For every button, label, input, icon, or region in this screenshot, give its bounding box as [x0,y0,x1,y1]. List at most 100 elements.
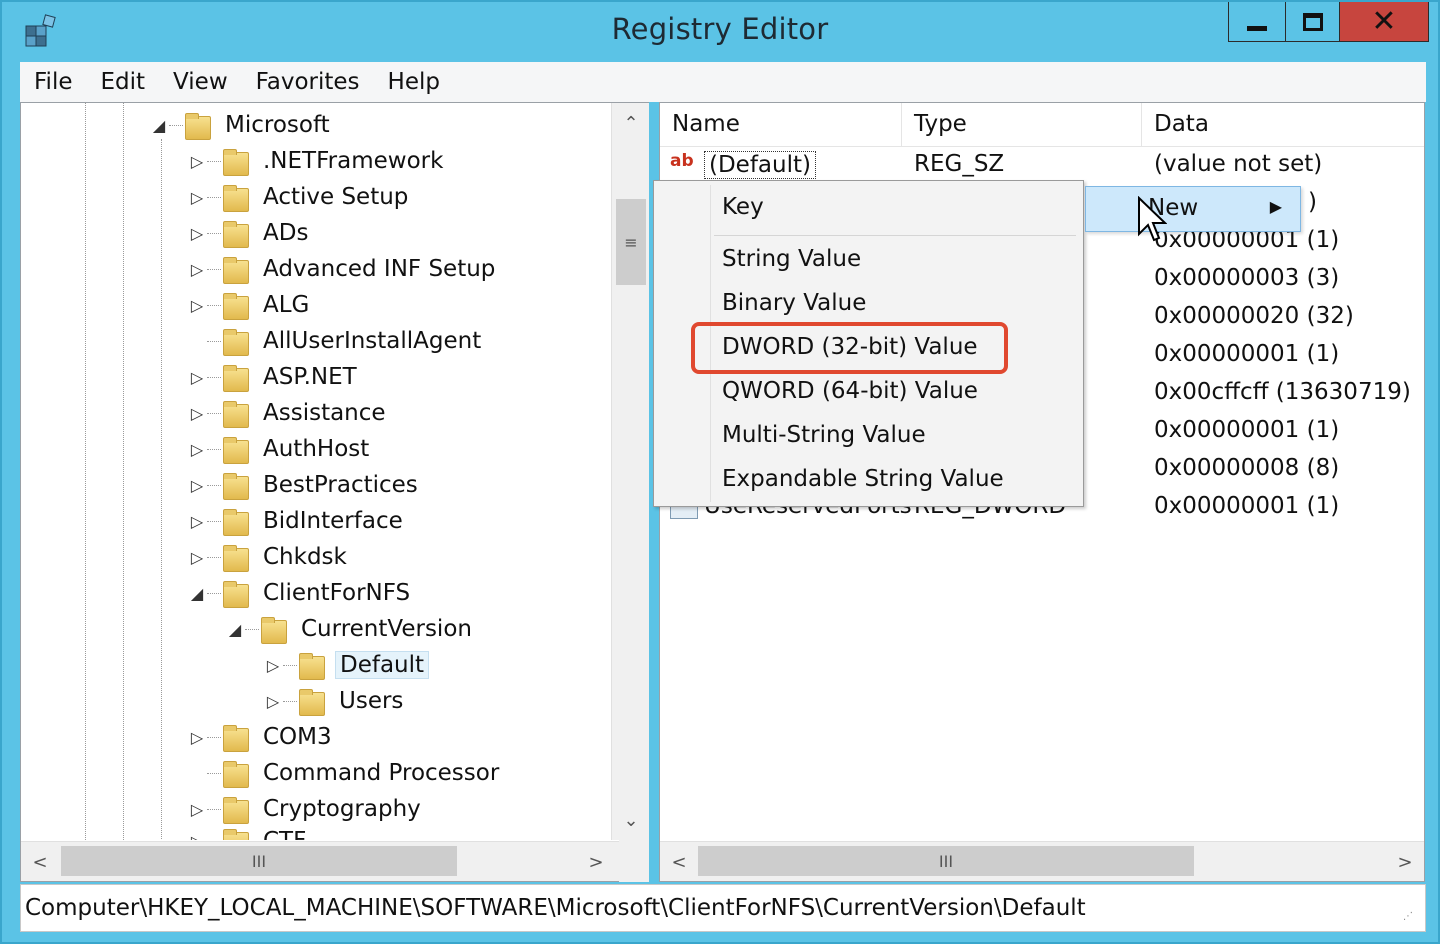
tree-node-bidinterface[interactable]: ▷ BidInterface [187,503,407,539]
tree-node-advanced-inf-setup[interactable]: ▷ Advanced INF Setup [187,251,499,287]
scroll-left-button[interactable]: < [660,842,698,882]
menu-help[interactable]: Help [374,69,454,95]
tree-node-clientfornfs[interactable]: ◢ ClientForNFS [187,575,414,611]
scroll-thumb[interactable]: III [698,846,1194,876]
menu-edit[interactable]: Edit [87,69,160,95]
minimize-button[interactable] [1228,2,1286,42]
tree-node-label: Command Processor [263,760,500,786]
tree-node-default[interactable]: ▷ Default [263,647,430,683]
expand-arrow-icon[interactable]: ▷ [187,800,207,819]
expand-arrow-icon[interactable]: ▷ [187,296,207,315]
folder-icon [221,544,251,572]
close-button[interactable]: ✕ [1339,2,1429,42]
menu-item-binary-value[interactable]: Binary Value [722,290,866,316]
title-bar[interactable]: Registry Editor ✕ [2,2,1438,60]
menu-item-qword-value[interactable]: QWORD (64-bit) Value [722,378,978,404]
column-header-name[interactable]: Name [660,103,902,146]
tree-node-ads[interactable]: ▷ ADs [187,215,312,251]
tree-connector [207,232,221,234]
tree-node-currentversion[interactable]: ◢ CurrentVersion [225,611,476,647]
expand-arrow-icon[interactable]: ▷ [187,368,207,387]
registry-tree[interactable]: ◢ Microsoft ▷ .NETFramework ▷ Active Setup … [21,103,611,840]
scroll-down-button[interactable]: ⌄ [612,800,650,840]
context-menu-new[interactable]: New ▶ [1085,186,1301,232]
value-data: (value not set) [1154,151,1323,177]
expand-arrow-icon[interactable]: ▷ [187,404,207,423]
tree-node-chkdsk[interactable]: ▷ Chkdsk [187,539,351,575]
tree-node-alg[interactable]: ▷ ALG [187,287,313,323]
tree-node-authhost[interactable]: ▷ AuthHost [187,431,373,467]
maximize-icon [1302,12,1323,31]
tree-guide-line [161,139,162,839]
tree-connector [207,160,221,162]
tree-connector [207,592,221,594]
expand-arrow-icon[interactable]: ▷ [263,656,283,675]
expand-arrow-icon[interactable]: ▷ [187,188,207,207]
tree-connector [283,700,297,702]
tree-node-alluserinstallagent[interactable]: AllUserInstallAgent [187,323,485,359]
tree-node-users[interactable]: ▷ Users [263,683,407,719]
tree-node-bestpractices[interactable]: ▷ BestPractices [187,467,422,503]
tree-guide-line [123,103,124,840]
collapse-arrow-icon[interactable]: ◢ [187,584,207,603]
tree-node-netframework[interactable]: ▷ .NETFramework [187,143,447,179]
menu-favorites[interactable]: Favorites [242,69,374,95]
folder-icon [221,400,251,428]
value-data: 0x00000008 (8) [1154,455,1340,481]
expand-arrow-icon[interactable]: ▷ [187,548,207,567]
value-data: 0x00000020 (32) [1154,303,1354,329]
scroll-right-button[interactable]: > [577,842,615,882]
expand-arrow-icon[interactable]: ▷ [263,692,283,711]
tree-node-command-processor[interactable]: Command Processor [187,755,503,791]
tree-horizontal-scrollbar[interactable]: < III > [21,841,619,881]
folder-icon [297,688,327,716]
status-bar: Computer\HKEY_LOCAL_MACHINE\SOFTWARE\Mic… [20,884,1426,932]
expand-arrow-icon[interactable]: ▷ [187,224,207,243]
menu-view[interactable]: View [159,69,242,95]
scroll-corner [619,840,649,882]
tree-node-ctf[interactable]: ▷ CTF [187,823,310,840]
folder-icon [221,472,251,500]
menu-file[interactable]: File [20,69,87,95]
values-horizontal-scrollbar[interactable]: < III > [660,841,1424,881]
tree-node-active-setup[interactable]: ▷ Active Setup [187,179,412,215]
column-header-data[interactable]: Data [1142,103,1424,146]
menu-item-key[interactable]: Key [722,194,764,220]
collapse-arrow-icon[interactable]: ◢ [149,116,169,135]
menu-item-string-value[interactable]: String Value [722,246,861,272]
tree-connector [207,268,221,270]
tree-connector [207,772,221,774]
scroll-thumb[interactable]: III [61,846,457,876]
scroll-up-button[interactable]: ⌃ [612,103,650,143]
expand-arrow-icon[interactable]: ▷ [187,440,207,459]
tree-node-cryptography[interactable]: ▷ Cryptography [187,791,425,827]
collapse-arrow-icon[interactable]: ◢ [225,620,245,639]
menu-item-expandable-string-value[interactable]: Expandable String Value [722,466,1004,492]
tree-node-aspnet[interactable]: ▷ ASP.NET [187,359,361,395]
menu-bar: File Edit View Favorites Help [20,62,1426,102]
tree-connector [207,484,221,486]
scroll-thumb[interactable]: ≡ [616,199,646,285]
tree-node-label: Active Setup [263,184,409,210]
expand-arrow-icon[interactable]: ▷ [187,512,207,531]
tree-connector [207,304,221,306]
scroll-right-button[interactable]: > [1386,842,1424,882]
tree-node-com3[interactable]: ▷ COM3 [187,719,336,755]
expand-arrow-icon[interactable]: ▷ [187,832,207,841]
scroll-left-button[interactable]: < [21,842,59,882]
value-data: 0x00cffcff (13630719) [1154,379,1411,405]
menu-item-multi-string-value[interactable]: Multi-String Value [722,422,926,448]
expand-arrow-icon[interactable]: ▷ [187,728,207,747]
expand-arrow-icon[interactable]: ▷ [187,260,207,279]
folder-open-icon [221,580,251,608]
column-header-type[interactable]: Type [902,103,1142,146]
maximize-button[interactable] [1285,2,1340,42]
expand-arrow-icon[interactable]: ▷ [187,476,207,495]
tree-pane[interactable]: ◢ Microsoft ▷ .NETFramework ▷ Active Setup … [20,102,649,882]
tree-vertical-scrollbar[interactable]: ⌃ ≡ ⌄ [611,103,649,840]
expand-arrow-icon[interactable]: ▷ [187,152,207,171]
tree-node-label: COM3 [263,724,332,750]
resize-grip-icon[interactable]: ⋰ [1403,911,1417,925]
tree-node-assistance[interactable]: ▷ Assistance [187,395,390,431]
tree-node-microsoft[interactable]: ◢ Microsoft [149,107,334,143]
